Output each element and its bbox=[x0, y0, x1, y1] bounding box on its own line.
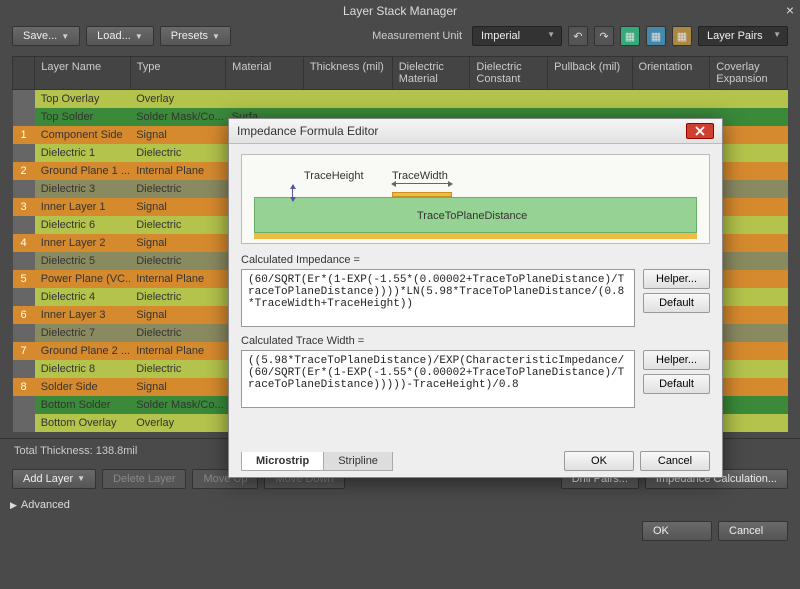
expand-icon: ▶ bbox=[10, 500, 17, 510]
trace-width-default-button[interactable]: Default bbox=[643, 374, 710, 394]
tab-microstrip[interactable]: Microstrip bbox=[241, 452, 324, 471]
undo-icon[interactable]: ↶ bbox=[568, 26, 588, 46]
col-dielectric-constant[interactable]: Dielectric Constant bbox=[470, 57, 548, 90]
col-orientation[interactable]: Orientation bbox=[632, 57, 710, 90]
col-coverlay-expansion[interactable]: Coverlay Expansion bbox=[710, 57, 788, 90]
col-thickness[interactable]: Thickness (mil) bbox=[303, 57, 392, 90]
main-toolbar: Save...▼ Load...▼ Presets▼ Measurement U… bbox=[0, 22, 800, 50]
close-icon bbox=[695, 126, 705, 136]
measurement-unit-label: Measurement Unit bbox=[372, 30, 462, 42]
impedance-helper-button[interactable]: Helper... bbox=[643, 269, 710, 289]
ok-button[interactable]: OK bbox=[642, 521, 712, 541]
calc-trace-width-input[interactable]: ((5.98*TraceToPlaneDistance)/EXP(Charact… bbox=[241, 350, 635, 408]
tool-icon-3[interactable]: ▦ bbox=[672, 26, 692, 46]
trace-to-plane-label: TraceToPlaneDistance bbox=[417, 210, 527, 222]
calc-impedance-label: Calculated Impedance = bbox=[241, 254, 710, 266]
col-dielectric-material[interactable]: Dielectric Material bbox=[392, 57, 470, 90]
tab-stripline[interactable]: Stripline bbox=[323, 452, 393, 471]
impedance-default-button[interactable]: Default bbox=[643, 293, 710, 313]
cancel-button[interactable]: Cancel bbox=[718, 521, 788, 541]
window-title: Layer Stack Manager bbox=[343, 4, 457, 18]
measurement-unit-select[interactable]: Imperial bbox=[472, 26, 562, 46]
add-layer-button[interactable]: Add Layer▼ bbox=[12, 469, 96, 489]
redo-icon[interactable]: ↷ bbox=[594, 26, 614, 46]
col-type[interactable]: Type bbox=[130, 57, 225, 90]
tool-icon-1[interactable]: ▦ bbox=[620, 26, 640, 46]
layer-pairs-select[interactable]: Layer Pairs bbox=[698, 26, 788, 46]
col-material[interactable]: Material bbox=[226, 57, 304, 90]
trace-height-label: TraceHeight bbox=[304, 170, 364, 182]
table-row[interactable]: Top OverlayOverlay bbox=[13, 90, 788, 108]
col-pullback[interactable]: Pullback (mil) bbox=[548, 57, 632, 90]
save-button[interactable]: Save...▼ bbox=[12, 26, 80, 46]
dialog-titlebar: Impedance Formula Editor bbox=[229, 119, 722, 144]
dialog-close-button[interactable] bbox=[686, 123, 714, 139]
trace-width-helper-button[interactable]: Helper... bbox=[643, 350, 710, 370]
impedance-formula-editor-dialog: Impedance Formula Editor TraceHeight Tra… bbox=[228, 118, 723, 478]
calc-trace-width-label: Calculated Trace Width = bbox=[241, 335, 710, 347]
dialog-title: Impedance Formula Editor bbox=[237, 124, 378, 138]
tool-icon-2[interactable]: ▦ bbox=[646, 26, 666, 46]
presets-button[interactable]: Presets▼ bbox=[160, 26, 231, 46]
dialog-cancel-button[interactable]: Cancel bbox=[640, 451, 710, 471]
load-button[interactable]: Load...▼ bbox=[86, 26, 154, 46]
delete-layer-button[interactable]: Delete Layer bbox=[102, 469, 186, 489]
dialog-ok-button[interactable]: OK bbox=[564, 451, 634, 471]
geometry-diagram: TraceHeight TraceWidth TraceToPlaneDista… bbox=[241, 154, 710, 244]
advanced-section-toggle[interactable]: ▶Advanced bbox=[0, 495, 800, 515]
table-header-row: Layer Name Type Material Thickness (mil)… bbox=[13, 57, 788, 90]
dialog-buttons: OK Cancel bbox=[0, 515, 800, 551]
calc-impedance-input[interactable]: (60/SQRT(Er*(1-EXP(-1.55*(0.00002+TraceT… bbox=[241, 269, 635, 327]
close-icon[interactable]: × bbox=[786, 2, 794, 18]
col-layer-name[interactable]: Layer Name bbox=[35, 57, 130, 90]
trace-width-label: TraceWidth bbox=[392, 170, 448, 182]
window-titlebar: Layer Stack Manager × bbox=[0, 0, 800, 22]
